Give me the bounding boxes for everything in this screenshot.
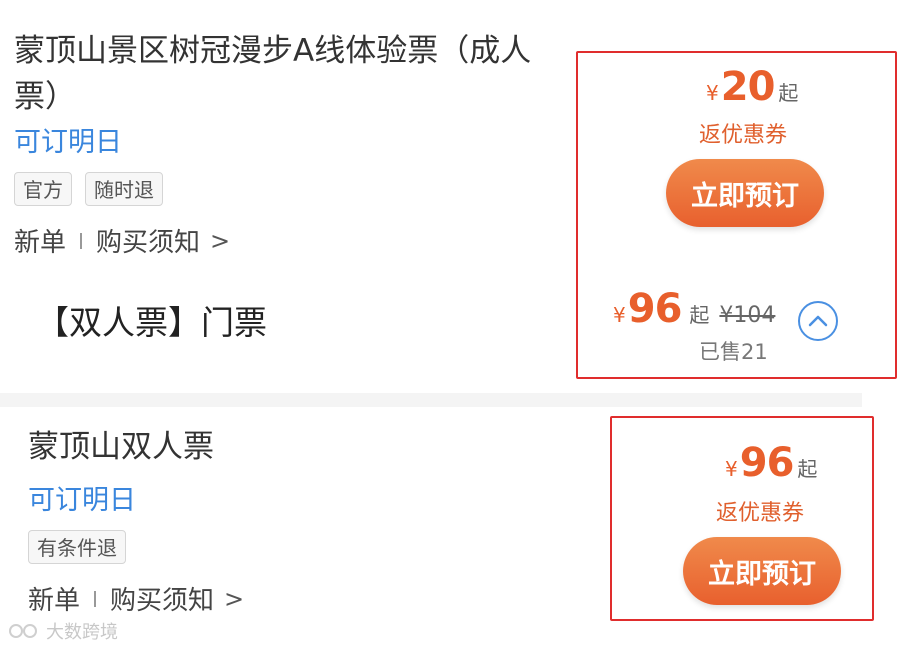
product-meta: 新单 购买须知 > xyxy=(14,222,230,259)
price-from: ¥ 96 起 xyxy=(725,440,817,486)
product2-title[interactable]: 蒙顶山双人票 xyxy=(28,424,214,470)
tag-official: 官方 xyxy=(14,172,72,206)
currency-symbol: ¥ xyxy=(706,81,719,105)
purchase-notice-link[interactable]: 购买须知 xyxy=(110,580,214,617)
price-from-suffix: 起 xyxy=(689,303,710,327)
price-from-suffix: 起 xyxy=(778,81,799,105)
chevron-right-icon[interactable]: > xyxy=(210,227,230,255)
price-from-suffix: 起 xyxy=(797,457,818,481)
tag-conditional-refund: 有条件退 xyxy=(28,530,126,564)
section-divider xyxy=(0,393,862,407)
book-now-button[interactable]: 立即预订 xyxy=(683,537,841,605)
coupon-label: 返优惠券 xyxy=(716,501,805,526)
currency-symbol: ¥ xyxy=(613,303,626,327)
original-price: ¥104 xyxy=(719,303,776,328)
availability-text: 可订明日 xyxy=(28,485,136,516)
chevron-right-icon[interactable]: > xyxy=(224,585,244,613)
price-from: ¥ 20 起 xyxy=(706,64,798,110)
product-title[interactable]: 蒙顶山景区树冠漫步A线体验票（成人 票） xyxy=(14,28,564,120)
currency-symbol: ¥ xyxy=(725,457,738,481)
watermark-text: 大数跨境 xyxy=(46,622,118,643)
tag-refund-anytime: 随时退 xyxy=(85,172,163,206)
product2-meta: 新单 购买须知 > xyxy=(28,580,244,617)
meta-divider xyxy=(94,590,97,607)
sold-count: 已售21 xyxy=(699,340,768,364)
brand-logo-icon xyxy=(9,624,37,638)
product-title-line2: 票） xyxy=(14,79,76,115)
book-now-button[interactable]: 立即预订 xyxy=(666,159,824,227)
purchase-notice-link[interactable]: 购买须知 xyxy=(96,222,200,259)
watermark: 大数跨境 xyxy=(8,618,118,644)
meta-divider xyxy=(80,232,83,249)
price-value: 96 xyxy=(627,286,683,332)
availability-text: 可订明日 xyxy=(14,127,122,158)
new-order-label: 新单 xyxy=(28,586,81,616)
coupon-label: 返优惠券 xyxy=(699,123,788,148)
product-title-line1: 蒙顶山景区树冠漫步A线体验票（成人 xyxy=(14,33,532,69)
price-value: 96 xyxy=(739,440,795,486)
chevron-up-icon xyxy=(808,315,828,327)
ticket-group-title: 【双人票】门票 xyxy=(36,303,267,342)
group-price: ¥ 96 起 ¥104 xyxy=(613,286,775,332)
collapse-toggle[interactable] xyxy=(798,301,838,341)
price-value: 20 xyxy=(720,64,776,110)
new-order-label: 新单 xyxy=(14,228,67,258)
